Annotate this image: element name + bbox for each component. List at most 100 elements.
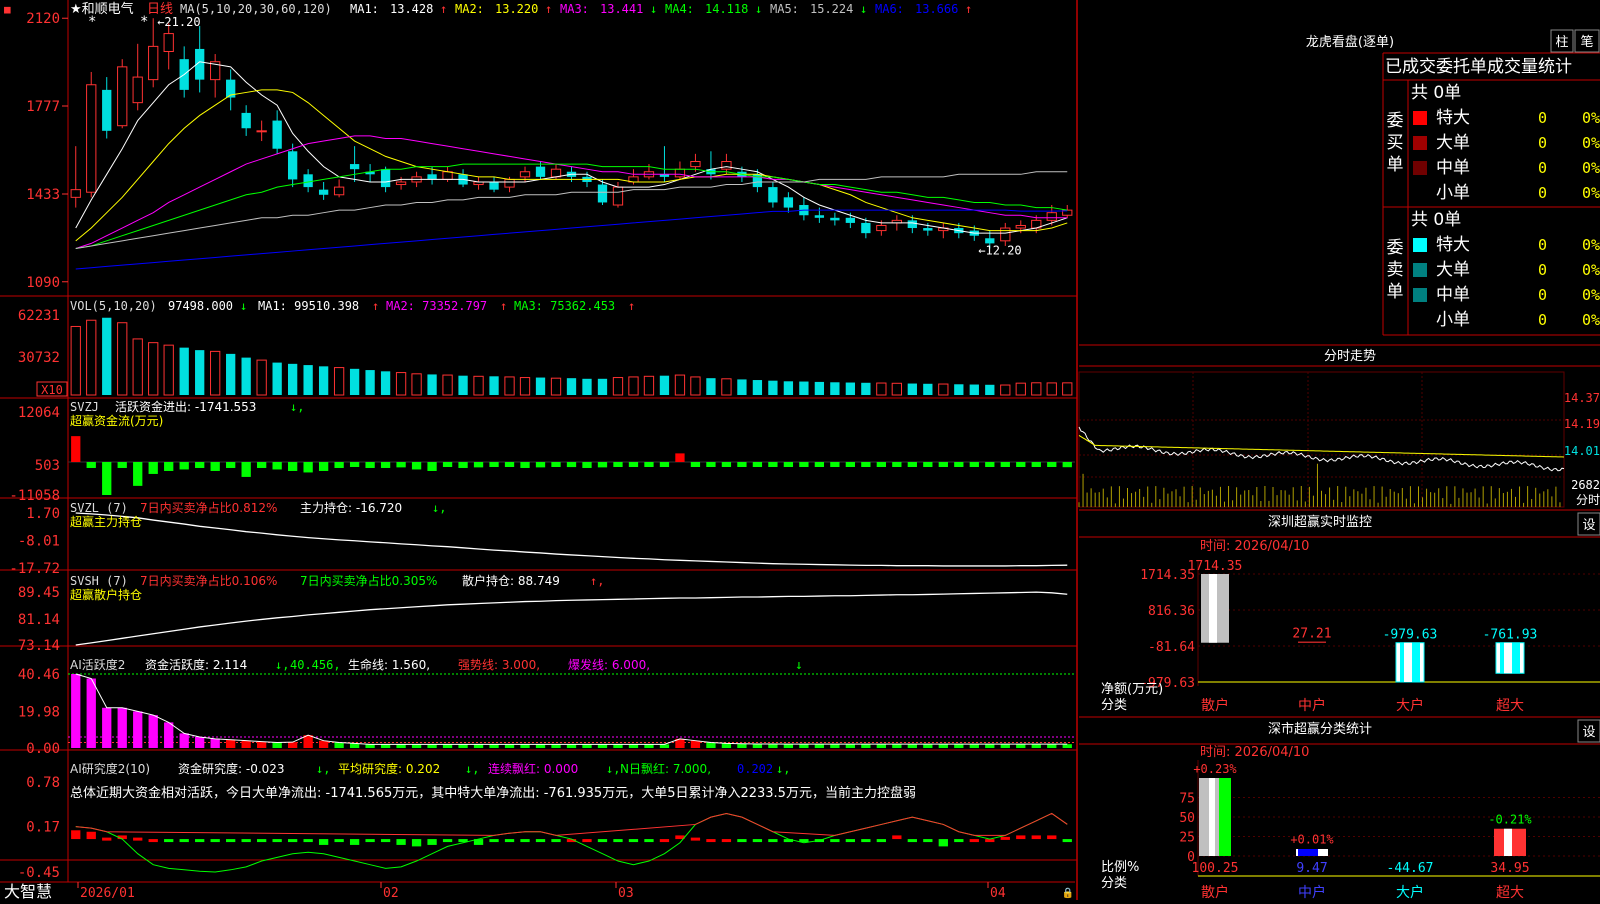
panel-subtitle: 已成交委托单成交量统计 (1385, 57, 1572, 77)
volume-bar (907, 383, 917, 395)
ma-value: 13.441 (600, 2, 643, 16)
activity-bar (737, 743, 747, 748)
research-bar (659, 839, 670, 843)
activity-bar (396, 744, 406, 748)
volume-bar (489, 376, 499, 395)
flow-bar (458, 462, 468, 468)
volume-bar (954, 384, 964, 395)
activity-bar (504, 744, 515, 748)
candle-body (489, 181, 499, 190)
order-percent: 0% (1582, 261, 1600, 279)
activity-bar (845, 744, 856, 748)
order-volume: 0 (1538, 159, 1547, 177)
window-menu-icon[interactable]: ■ (4, 3, 11, 16)
flow-bar (582, 462, 592, 468)
app-name: 大智慧 (4, 882, 52, 900)
order-percent: 0% (1582, 159, 1600, 177)
research-bar (1062, 839, 1072, 843)
vol-arrow: ↑ (628, 299, 635, 313)
volume-bar (86, 319, 97, 396)
activity-bar (226, 739, 236, 748)
volume-bar (612, 377, 624, 396)
candle-body (333, 186, 345, 196)
volume-bar (504, 376, 515, 396)
y-tick-label: 50 (1179, 811, 1195, 826)
activity-bar (71, 674, 81, 748)
y-tick-label: 0.17 (26, 820, 60, 836)
activity-bar (318, 740, 329, 748)
volume-bar (303, 365, 313, 395)
indicator-value: 资金研究度: -0.023 (178, 761, 285, 776)
settings-label: 设 (1582, 725, 1595, 740)
order-volume: 0 (1538, 236, 1547, 254)
indicator-arrow: ↓, (432, 501, 446, 515)
activity-bar (706, 742, 716, 748)
research-bar (257, 839, 267, 843)
indicator-ratio: 7日内买卖净占比0.106% (140, 573, 277, 588)
volume-bar (287, 363, 298, 395)
research-bar (876, 839, 886, 843)
activity-bar (659, 744, 670, 748)
y-tick-label: 19.98 (18, 704, 60, 720)
candle-body (380, 169, 391, 188)
star-icon: * (88, 14, 96, 30)
net-value-label: -979.63 (1383, 628, 1438, 643)
candle-body (132, 76, 143, 104)
bar-mode-label: 柱 (1555, 35, 1568, 50)
candle-body (86, 84, 97, 193)
volume-bar (427, 374, 437, 395)
indicator-value: 主力持仓: -16.720 (300, 500, 402, 515)
research-bar (690, 837, 701, 841)
vol-ma2: MA2: 73352.797 (386, 299, 487, 313)
flow-bar (566, 462, 577, 468)
flow-bar (690, 462, 701, 467)
activity-bar (799, 744, 809, 748)
indicator-arrow: ↓, (316, 762, 330, 776)
category-label: 中户 (1298, 884, 1326, 900)
activity-bar (644, 744, 654, 748)
side-label-char: 委 (1387, 238, 1404, 258)
volume-bar (148, 342, 159, 396)
flow-bar (442, 462, 453, 467)
order-volume: 0 (1538, 109, 1547, 127)
flow-bar (551, 462, 561, 467)
ma-label: MA3: (560, 2, 589, 16)
volume-bar (163, 344, 174, 396)
flow-bar (164, 462, 174, 471)
vol-value: 97498.000 (168, 299, 233, 313)
activity-bar (241, 740, 251, 748)
flow-bar (830, 462, 840, 467)
research-bar (210, 839, 220, 843)
net-value-label: -761.93 (1483, 628, 1538, 643)
volume-bar (241, 357, 251, 395)
candle-body (861, 222, 871, 234)
flow-bar (318, 462, 329, 471)
ratio-value-label: 100.25 (1192, 861, 1239, 876)
research-bar (768, 839, 778, 843)
flow-bar (380, 462, 391, 468)
ma-params-label: MA(5,10,20,30,60,120) (180, 2, 332, 16)
research-bar (845, 839, 856, 843)
flow-bar (597, 462, 608, 468)
flow-bar (179, 462, 189, 470)
volume-bar (674, 374, 686, 396)
activity-bar (179, 733, 189, 748)
y-tick-label: 89.45 (18, 585, 60, 601)
y-tick-label: -8.01 (18, 534, 60, 550)
stock-name[interactable]: ★和顺电气 (70, 1, 134, 17)
flow-bar (195, 462, 205, 468)
volume-bar (799, 381, 809, 395)
activity-bar (334, 742, 344, 748)
x-tick-label: 03 (618, 886, 634, 900)
research-bar (226, 839, 236, 843)
order-percent: 0% (1582, 134, 1600, 152)
volume-bar (535, 377, 546, 395)
indicator-arrow: ↓, (290, 400, 304, 414)
flow-bar (1016, 462, 1026, 467)
y-tick-label: -81.64 (1148, 640, 1195, 655)
indicator-value: 40.456, (290, 658, 341, 672)
volume-bar (550, 377, 562, 396)
net-bar-shine (1504, 642, 1512, 674)
net-bar-shine (1404, 642, 1412, 682)
low-marker: ←12.20 (978, 244, 1021, 258)
